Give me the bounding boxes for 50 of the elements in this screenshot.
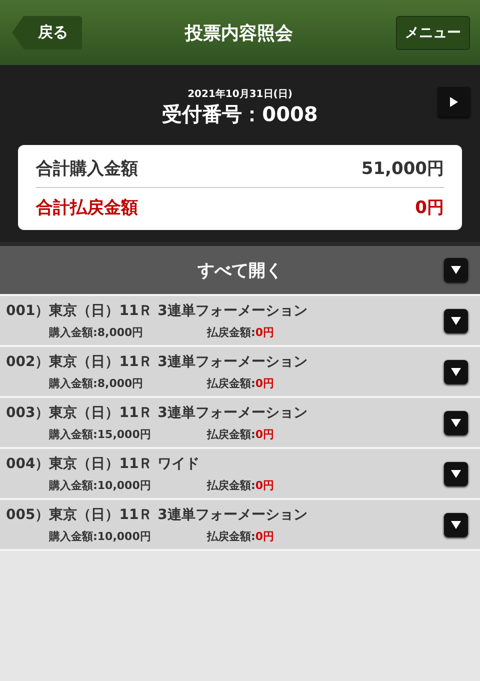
back-button[interactable]: 戻る [12,16,82,50]
payout-amount: 0円 [255,376,274,390]
menu-button[interactable]: メニュー [396,16,470,50]
expand-all-label[interactable]: すべて開く [198,258,282,282]
triangle-down-icon [450,418,462,428]
bet-title: 005）東京（日）11Ｒ 3連単フォーメーション [6,506,308,524]
bet-row[interactable]: 005）東京（日）11Ｒ 3連単フォーメーション 購入金額:10,000円 払戻金額:0円 [0,498,480,549]
expand-all-bar[interactable]: すべて開く [0,242,480,294]
page-title: 投票内容照会 [185,22,293,44]
purchase-amount: 購入金額:8,000円 [49,324,144,340]
expand-toggle[interactable] [444,512,468,536]
triangle-down-icon [450,520,462,530]
payout-label: 払戻金額: [207,376,256,390]
receipt-number: 受付番号：0008 [162,100,318,128]
purchase-amount: 購入金額:15,000円 [49,426,152,442]
expand-toggle[interactable] [444,360,468,384]
bet-row[interactable]: 003）東京（日）11Ｒ 3連単フォーメーション 購入金額:15,000円 払戻金額:0円 [0,396,480,447]
purchase-amount: 購入金額:10,000円 [49,528,152,544]
bet-title: 004）東京（日）11Ｒ ワイド [6,454,201,472]
payout-amount: 0円 [255,426,274,442]
bet-title: 002）東京（日）11Ｒ 3連単フォーメーション [6,352,308,370]
bet-row[interactable]: 001）東京（日）11Ｒ 3連単フォーメーション 購入金額:8,000円 払戻金額:0円 [0,294,480,345]
expand-all-toggle[interactable] [444,258,468,282]
triangle-down-icon [450,366,462,376]
payout-amount: 0円 [255,324,274,340]
bet-title: 001）東京（日）11Ｒ 3連単フォーメーション [6,302,308,320]
bet-row[interactable]: 004）東京（日）11Ｒ ワイド 購入金額:10,000円 払戻金額:0円 [0,447,480,498]
triangle-down-icon [450,316,462,326]
payout-total-value: 0円 [415,196,444,218]
expand-toggle[interactable] [444,462,468,486]
expand-toggle[interactable] [444,308,468,332]
payout-amount: 0円 [255,528,274,544]
next-button[interactable] [438,87,470,117]
purchase-total-value: 51,000円 [361,158,444,180]
payout-total-label: 合計払戻金額 [36,196,138,218]
purchase-amount: 購入金額:8,000円 [49,376,144,390]
purchase-amount: 購入金額:10,000円 [49,478,152,492]
purchase-total-label: 合計購入金額 [36,158,138,180]
bet-row[interactable]: 002）東京（日）11Ｒ 3連単フォーメーション 購入金額:8,000円 払戻金額:0円 [0,345,480,396]
payout-amount: 0円 [255,478,274,492]
triangle-down-icon [450,468,462,478]
expand-toggle[interactable] [444,410,468,434]
payout-label: 払戻金額: [207,324,256,340]
receipt-date: 2021年10月31日(日) [188,88,292,100]
payout-label: 払戻金額: [207,478,256,492]
triangle-right-icon [449,96,459,108]
triangle-down-icon [450,265,462,275]
payout-label: 払戻金額: [207,426,256,442]
payout-label: 払戻金額: [207,528,256,544]
bet-title: 003）東京（日）11Ｒ 3連単フォーメーション [6,404,308,422]
